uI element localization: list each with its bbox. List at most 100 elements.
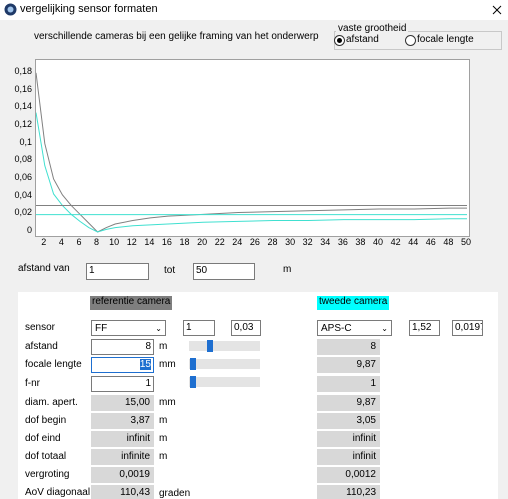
ref-coc-input[interactable]: 0,03 (231, 320, 261, 336)
ref-dof-begin-value: 3,87 (91, 413, 154, 429)
x-tick-label: 32 (302, 237, 313, 247)
range-from-label: afstand van (18, 263, 70, 274)
aperture-diameter-unit: mm (159, 397, 176, 408)
ref-sensor-select[interactable]: FF ⌄ (91, 320, 166, 336)
range-to-input[interactable]: 50 (193, 263, 255, 280)
ref-aperture-diameter-value: 15,00 (91, 395, 154, 411)
dof-end-unit: m (159, 433, 168, 444)
magnification-label: vergroting (25, 469, 70, 480)
x-tick-label: 48 (443, 237, 454, 247)
ref-dof-total-value: infinite (91, 449, 154, 465)
x-tick-label: 10 (109, 237, 120, 247)
x-tick-label: 50 (460, 237, 471, 247)
cam2-crop-input[interactable]: 1,52 (409, 320, 440, 336)
y-tick-label: 0,06 (14, 171, 32, 182)
radio-afstand[interactable] (334, 35, 345, 46)
focal-length-slider-thumb[interactable] (190, 358, 197, 370)
focal-length-unit: mm (159, 359, 176, 370)
app-icon (4, 3, 17, 16)
x-tick-label: 42 (390, 237, 401, 247)
x-tick-label: 22 (214, 237, 225, 247)
aov-unit: graden (159, 488, 191, 499)
fixed-quantity-title: vaste grootheid (336, 23, 409, 34)
window-title: vergelijking sensor formaten (20, 3, 158, 15)
radio-focal-length-label: focale lengte (417, 34, 474, 45)
y-tick-label: 0,08 (14, 154, 32, 165)
cam2-dof-begin-value: 3,05 (317, 413, 380, 429)
x-tick-label: 26 (249, 237, 260, 247)
ref-focal-length-input[interactable]: 15 (91, 357, 154, 373)
x-tick-label: 16 (161, 237, 172, 247)
ref-magnification-value: 0,0019 (91, 467, 154, 483)
series-line-0 (35, 72, 467, 233)
x-tick-label: 46 (425, 237, 436, 247)
afstand-label: afstand (25, 341, 58, 352)
cam2-focal-length-value: 9,87 (317, 357, 380, 373)
radio-focal-length[interactable] (405, 35, 416, 46)
cam2-dof-total-value: infinit (317, 449, 380, 465)
dof-total-unit: m (159, 451, 168, 462)
dof-begin-label: dof begin (25, 415, 67, 426)
cam2-aperture-diameter-value: 9,87 (317, 395, 380, 411)
ref-sensor-value: FF (95, 323, 108, 334)
cam2-sensor-select[interactable]: APS-C ⌄ (317, 320, 392, 336)
afstand-slider-thumb[interactable] (207, 340, 214, 352)
ref-crop-input[interactable]: 1 (183, 320, 215, 336)
focal-length-slider[interactable] (189, 358, 260, 370)
y-tick-label: 0,18 (14, 65, 32, 76)
fnr-slider[interactable] (189, 376, 260, 388)
dof-end-label: dof eind (25, 433, 61, 444)
x-tick-label: 6 (76, 237, 82, 247)
x-tick-label: 20 (197, 237, 208, 247)
chart-plot (35, 72, 467, 233)
close-icon[interactable] (486, 0, 508, 20)
x-tick-label: 18 (179, 237, 190, 247)
x-tick-label: 36 (337, 237, 348, 247)
y-tick-label: 0,16 (14, 83, 32, 94)
cam2-fnr-value: 1 (317, 376, 380, 392)
x-tick-label: 14 (144, 237, 155, 247)
cam2-coc-input[interactable]: 0,01973 (452, 320, 483, 336)
radio-afstand-label: afstand (346, 34, 379, 45)
range-from-input[interactable]: 1 (86, 263, 149, 280)
chevron-down-icon: ⌄ (381, 324, 388, 333)
cam2-aov-value: 110,23 (317, 485, 380, 499)
ref-aov-value: 110,43 (91, 485, 154, 499)
cam2-dof-end-value: infinit (317, 431, 380, 447)
afstand-slider[interactable] (189, 340, 260, 352)
sensor-label: sensor (25, 322, 56, 333)
ref-fnr-input[interactable]: 1 (91, 376, 154, 392)
x-tick-label: 12 (126, 237, 137, 247)
x-tick-label: 30 (285, 237, 296, 247)
reference-camera-header: referentie camera (90, 296, 173, 310)
focal-length-label: focale lengte (25, 359, 82, 370)
aperture-diameter-label: diam. apert. (25, 397, 78, 408)
range-unit: m (283, 264, 292, 275)
ref-afstand-input[interactable]: 8 (91, 339, 154, 355)
range-to-label: tot (164, 265, 176, 276)
dof-chart (35, 59, 470, 237)
ref-focal-length-value: 15 (139, 359, 151, 370)
fnr-slider-thumb[interactable] (190, 376, 197, 388)
y-tick-label: 0,14 (14, 101, 32, 112)
cam2-magnification-value: 0,0012 (317, 467, 380, 483)
second-camera-header: tweede camera (317, 296, 390, 310)
y-tick-label: 0,1 (19, 136, 32, 147)
chevron-down-icon: ⌄ (155, 324, 162, 333)
x-tick-label: 38 (355, 237, 366, 247)
aov-label: AoV diagonaal (25, 487, 91, 498)
dof-begin-unit: m (159, 415, 168, 426)
fnr-label: f-nr (25, 378, 40, 389)
x-tick-label: 44 (408, 237, 419, 247)
x-tick-label: 24 (232, 237, 243, 247)
dof-total-label: dof totaal (25, 451, 67, 462)
cam2-afstand-value: 8 (317, 339, 380, 355)
x-tick-label: 40 (373, 237, 384, 247)
ref-dof-end-value: infinit (91, 431, 154, 447)
x-tick-label: 4 (58, 237, 64, 247)
y-tick-label: 0 (26, 225, 32, 235)
x-tick-label: 34 (320, 237, 331, 247)
cam2-sensor-value: APS-C (321, 323, 352, 334)
y-tick-label: 0,02 (14, 207, 32, 218)
caption: verschillende cameras bij een gelijke fr… (34, 31, 319, 42)
